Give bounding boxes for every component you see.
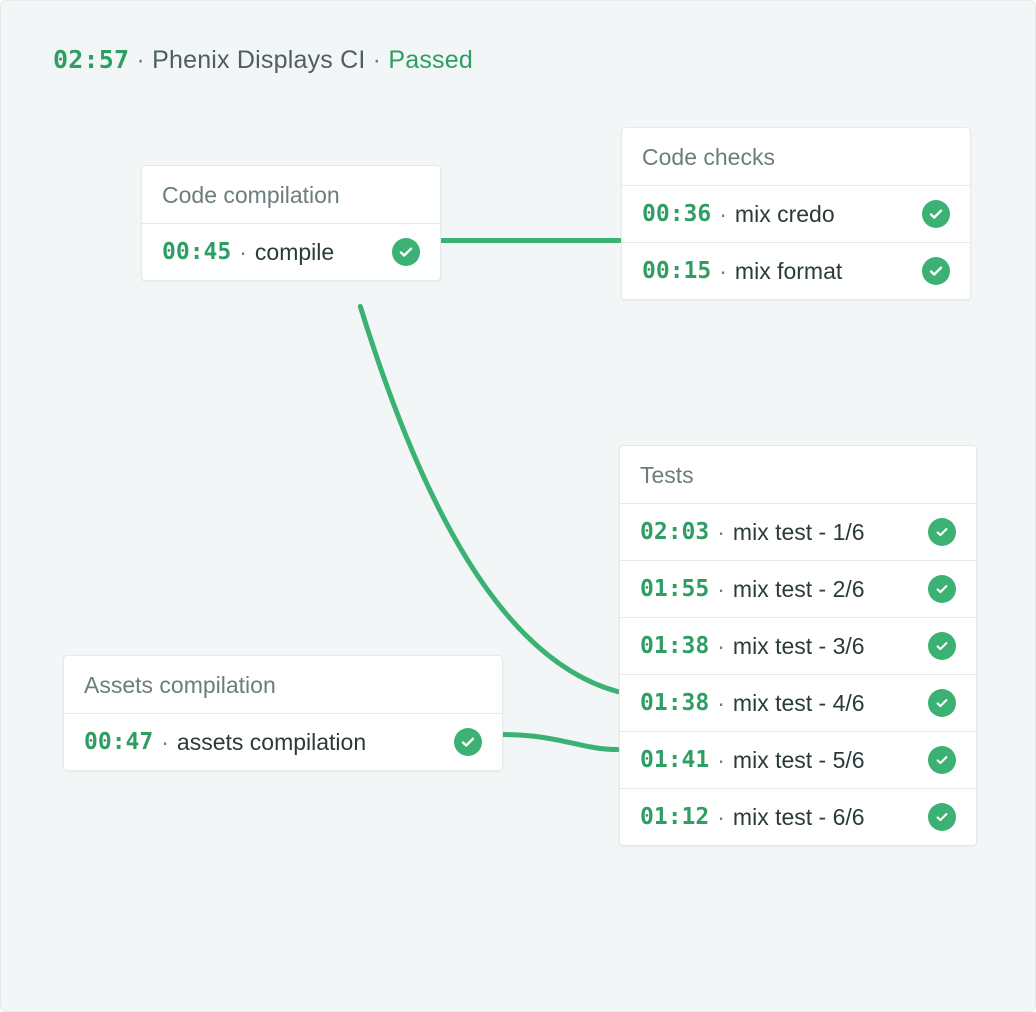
check-circle-icon bbox=[928, 575, 956, 603]
job-duration: 01:38 bbox=[640, 633, 709, 659]
stage-assets-compilation[interactable]: Assets compilation 00:47 · assets compil… bbox=[63, 655, 503, 771]
separator: · bbox=[719, 258, 727, 285]
job-assets-compilation[interactable]: 00:47 · assets compilation bbox=[64, 713, 502, 770]
job-mix-test-6[interactable]: 01:12 · mix test - 6/6 bbox=[620, 788, 976, 845]
job-duration: 01:41 bbox=[640, 747, 709, 773]
check-circle-icon bbox=[454, 728, 482, 756]
job-mix-test-2[interactable]: 01:55 · mix test - 2/6 bbox=[620, 560, 976, 617]
job-label: compile bbox=[255, 239, 384, 266]
separator: · bbox=[136, 46, 145, 74]
separator: · bbox=[717, 519, 725, 546]
check-circle-icon bbox=[922, 257, 950, 285]
job-duration: 01:12 bbox=[640, 804, 709, 830]
separator: · bbox=[161, 729, 169, 756]
check-circle-icon bbox=[928, 518, 956, 546]
check-circle-icon bbox=[928, 746, 956, 774]
separator: · bbox=[239, 239, 247, 266]
job-duration: 00:15 bbox=[642, 258, 711, 284]
pipeline-status: Passed bbox=[388, 46, 473, 74]
job-label: mix test - 1/6 bbox=[733, 519, 920, 546]
separator: · bbox=[373, 46, 382, 74]
job-duration: 02:03 bbox=[640, 519, 709, 545]
check-circle-icon bbox=[392, 238, 420, 266]
job-duration: 00:45 bbox=[162, 239, 231, 265]
separator: · bbox=[719, 201, 727, 228]
job-mix-format[interactable]: 00:15 · mix format bbox=[622, 242, 970, 299]
job-label: mix test - 3/6 bbox=[733, 633, 920, 660]
stage-title: Tests bbox=[620, 446, 976, 503]
job-mix-test-3[interactable]: 01:38 · mix test - 3/6 bbox=[620, 617, 976, 674]
pipeline-name: Phenix Displays CI bbox=[152, 46, 365, 74]
job-label: mix test - 6/6 bbox=[733, 804, 920, 831]
job-label: assets compilation bbox=[177, 729, 446, 756]
job-mix-test-4[interactable]: 01:38 · mix test - 4/6 bbox=[620, 674, 976, 731]
pipeline-duration: 02:57 bbox=[53, 45, 129, 74]
stage-title: Code compilation bbox=[142, 166, 440, 223]
stage-title: Code checks bbox=[622, 128, 970, 185]
separator: · bbox=[717, 576, 725, 603]
job-duration: 00:47 bbox=[84, 729, 153, 755]
job-duration: 00:36 bbox=[642, 201, 711, 227]
check-circle-icon bbox=[928, 632, 956, 660]
separator: · bbox=[717, 747, 725, 774]
job-mix-credo[interactable]: 00:36 · mix credo bbox=[622, 185, 970, 242]
job-label: mix format bbox=[735, 258, 914, 285]
separator: · bbox=[717, 690, 725, 717]
stage-code-compilation[interactable]: Code compilation 00:45 · compile bbox=[141, 165, 441, 281]
job-label: mix test - 4/6 bbox=[733, 690, 920, 717]
job-duration: 01:55 bbox=[640, 576, 709, 602]
job-duration: 01:38 bbox=[640, 690, 709, 716]
stage-code-checks[interactable]: Code checks 00:36 · mix credo 00:15 · mi… bbox=[621, 127, 971, 300]
separator: · bbox=[717, 804, 725, 831]
separator: · bbox=[717, 633, 725, 660]
check-circle-icon bbox=[922, 200, 950, 228]
job-mix-test-5[interactable]: 01:41 · mix test - 5/6 bbox=[620, 731, 976, 788]
check-circle-icon bbox=[928, 803, 956, 831]
job-compile[interactable]: 00:45 · compile bbox=[142, 223, 440, 280]
job-label: mix credo bbox=[735, 201, 914, 228]
pipeline-header: 02:57 · Phenix Displays CI · Passed bbox=[53, 45, 473, 75]
job-label: mix test - 2/6 bbox=[733, 576, 920, 603]
stage-tests[interactable]: Tests 02:03 · mix test - 1/6 01:55 · mix… bbox=[619, 445, 977, 846]
check-circle-icon bbox=[928, 689, 956, 717]
pipeline-canvas: 02:57 · Phenix Displays CI · Passed Code… bbox=[0, 0, 1036, 1012]
job-mix-test-1[interactable]: 02:03 · mix test - 1/6 bbox=[620, 503, 976, 560]
job-label: mix test - 5/6 bbox=[733, 747, 920, 774]
stage-title: Assets compilation bbox=[64, 656, 502, 713]
